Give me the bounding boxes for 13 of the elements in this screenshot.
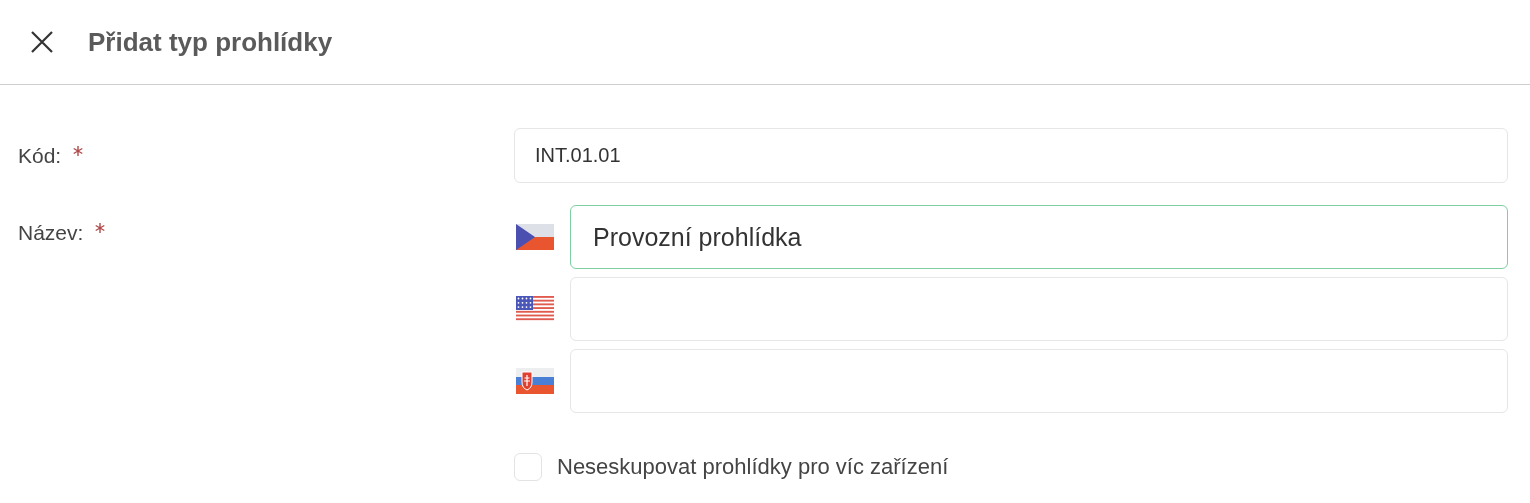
field-label: Název: <box>18 221 84 245</box>
dialog-title: Přidat typ prohlídky <box>88 26 333 58</box>
flag-icon <box>516 368 554 394</box>
checkbox[interactable] <box>514 453 542 481</box>
field-label: Kód: <box>18 144 62 168</box>
name-field[interactable] <box>570 277 1508 341</box>
close-button[interactable] <box>30 30 54 54</box>
flag-icon <box>516 224 554 250</box>
name-field[interactable]: Provozní prohlídka <box>570 205 1508 269</box>
checkbox-label: Neseskupovat prohlídky pro víc zařízení <box>557 454 949 480</box>
name-field[interactable] <box>570 349 1508 413</box>
flag-icon <box>516 296 554 322</box>
code-field[interactable]: INT.01.01 <box>514 128 1508 183</box>
